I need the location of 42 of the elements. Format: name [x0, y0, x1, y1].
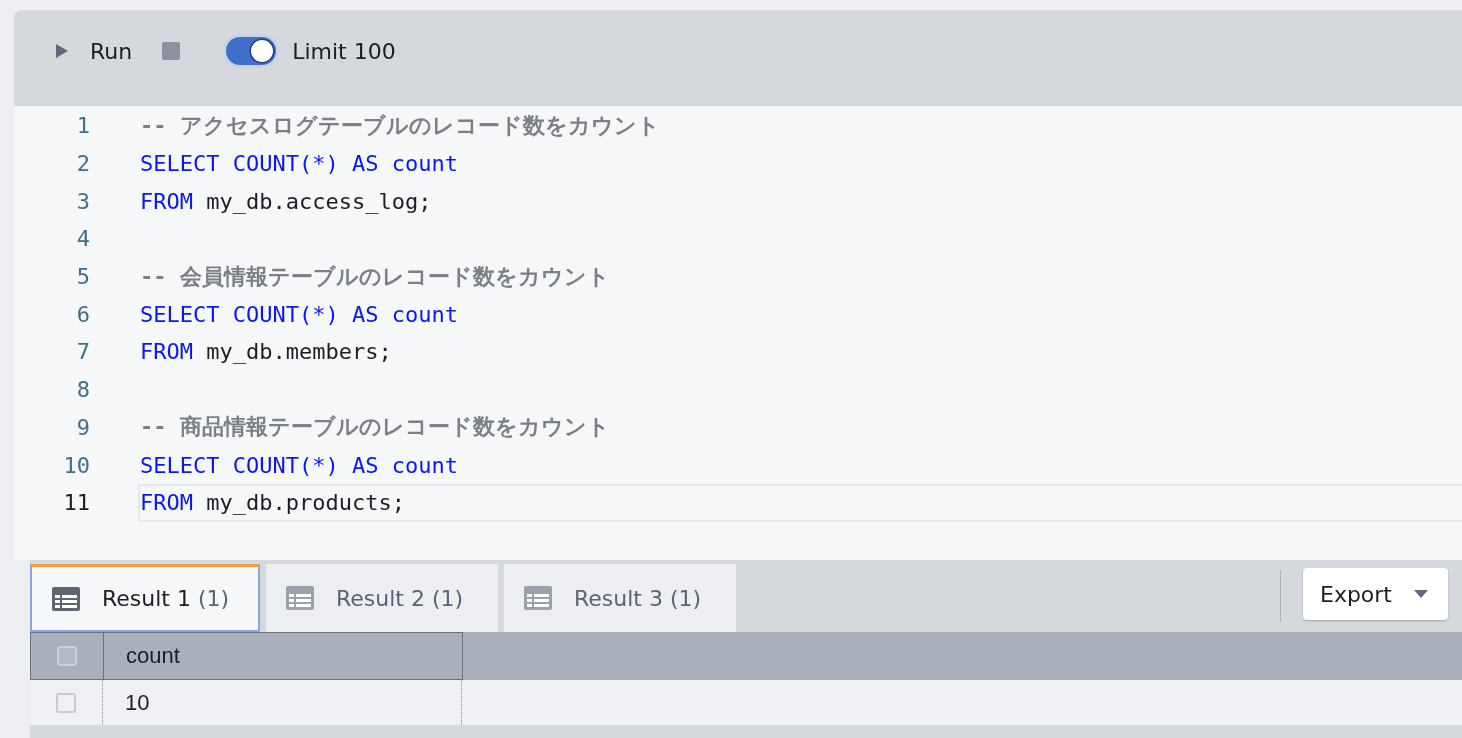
caret-icon	[1414, 590, 1428, 598]
limit-toggle[interactable]	[226, 37, 277, 65]
result-tab[interactable]: Result 3 (1)	[504, 564, 736, 632]
line-number: 3	[75, 188, 90, 214]
stop-icon	[162, 42, 181, 60]
row-checkbox[interactable]	[56, 692, 76, 713]
export-button[interactable]: Export	[1303, 568, 1448, 620]
line-number: 7	[75, 339, 90, 365]
table-icon	[286, 586, 314, 610]
code-text: my_db.access_log;	[205, 188, 432, 214]
table-icon	[52, 586, 80, 611]
line-number: 5	[75, 264, 90, 290]
select-all-checkbox[interactable]	[57, 646, 77, 666]
sql-keyword: SELECT COUNT(*) AS count	[140, 301, 458, 327]
table-cell: 10	[102, 680, 462, 725]
line-number: 11	[62, 490, 90, 516]
line-number: 6	[75, 301, 90, 327]
line-number: 8	[75, 377, 90, 403]
sql-keyword: FROM	[140, 188, 193, 214]
sql-keyword: FROM	[140, 339, 193, 365]
play-icon	[54, 42, 70, 60]
line-number: 4	[75, 226, 90, 252]
code-comment: -- 商品情報テーブルのレコード数をカウント	[140, 413, 610, 442]
table-icon	[524, 586, 552, 610]
line-number: 1	[75, 113, 90, 139]
sql-keyword: SELECT COUNT(*) AS count	[140, 452, 458, 478]
code-text: my_db.members;	[205, 339, 392, 365]
code-comment: -- アクセスログテーブルのレコード数をカウント	[140, 111, 660, 140]
sql-keyword: FROM	[140, 490, 193, 516]
result-tab[interactable]: Result 1 (1)	[30, 564, 260, 632]
run-button[interactable]: Run	[54, 38, 133, 64]
code-comment: -- 会員情報テーブルのレコード数をカウント	[140, 262, 610, 291]
limit-label: Limit 100	[292, 38, 396, 64]
result-tab[interactable]: Result 2 (1)	[266, 564, 498, 632]
code-editor[interactable]	[14, 107, 1462, 560]
line-number: 10	[62, 452, 90, 478]
line-number: 2	[75, 151, 90, 177]
stop-button[interactable]	[162, 42, 181, 60]
sql-keyword: SELECT COUNT(*) AS count	[140, 151, 458, 177]
line-number: 9	[75, 414, 90, 440]
column-header[interactable]: count	[104, 632, 463, 680]
code-text: my_db.products;	[205, 490, 405, 516]
